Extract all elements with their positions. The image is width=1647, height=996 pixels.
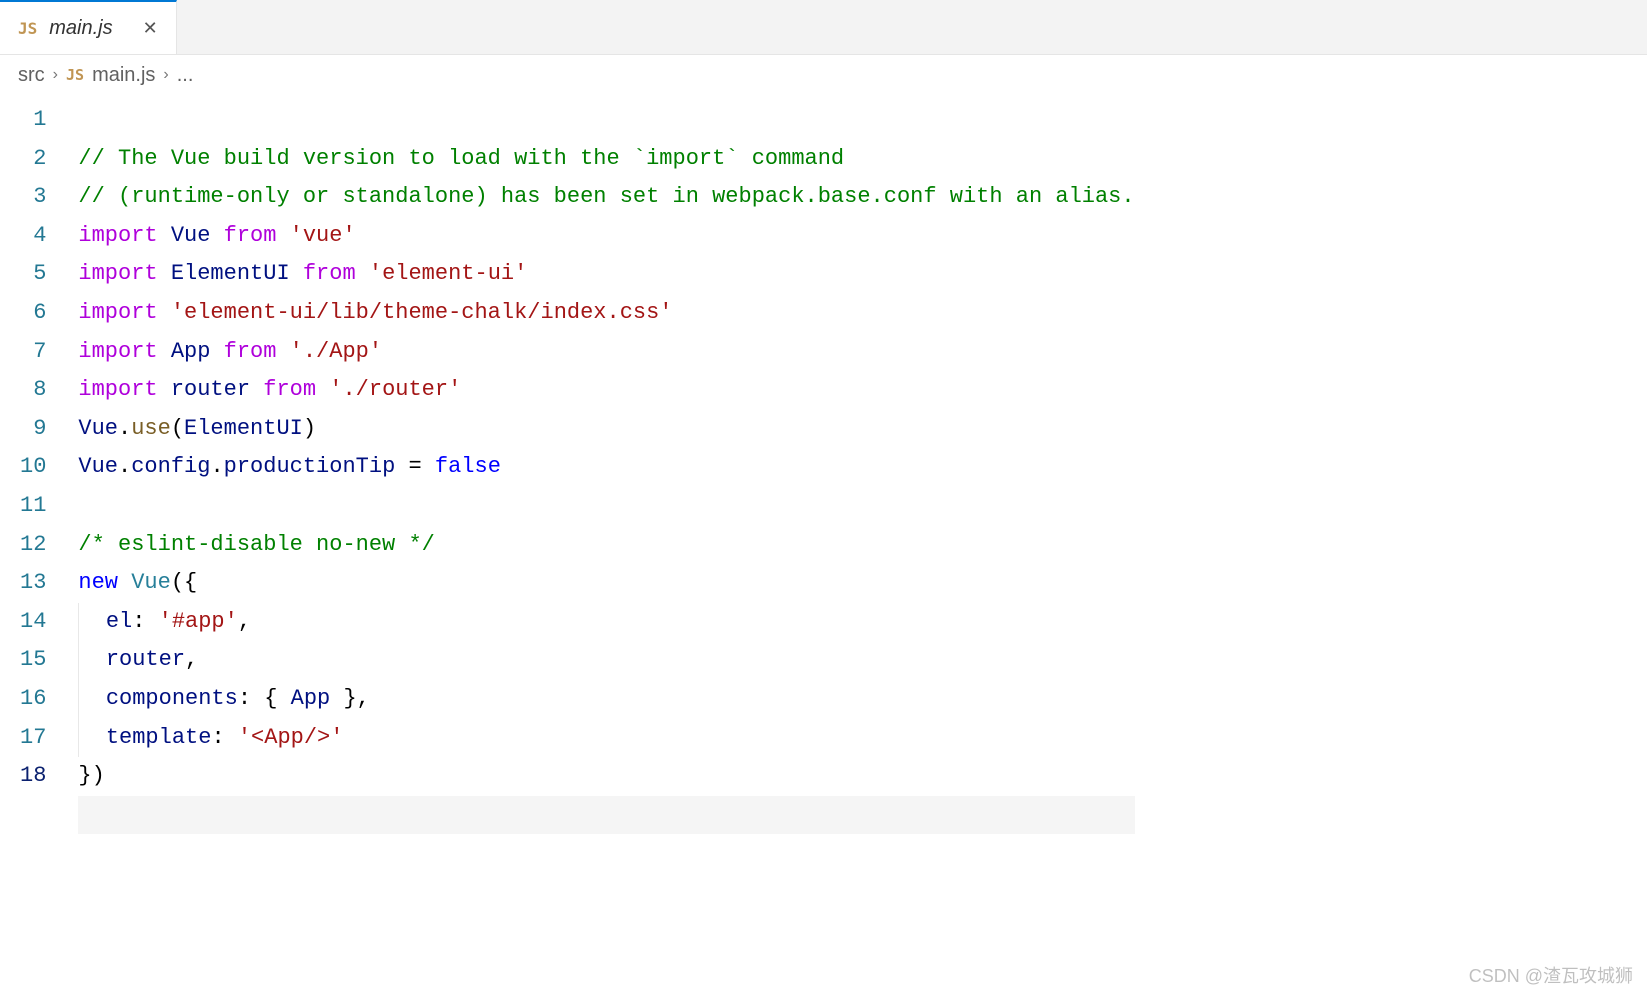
breadcrumb-folder[interactable]: src [18,64,45,87]
code-punct: : [238,686,264,711]
line-number: 14 [20,603,46,642]
code-punct: . [118,416,131,441]
cursor-line[interactable] [78,796,1134,835]
code-keyword: import [78,377,157,402]
code-string: 'vue' [290,223,356,248]
code-ident: ElementUI [184,416,303,441]
line-number: 6 [20,294,46,333]
line-number: 18 [20,757,46,796]
code-string: './router' [329,377,461,402]
code-punct: : [211,725,237,750]
js-icon: JS [66,66,84,84]
line-number: 5 [20,255,46,294]
code-keyword: import [78,300,157,325]
line-number: 4 [20,217,46,256]
code-prop: template [106,725,212,750]
line-number: 13 [20,564,46,603]
code-keyword: from [224,339,277,364]
code-punct: = [395,454,435,479]
code-keyword: from [263,377,316,402]
code-class: Vue [131,570,171,595]
code-const: false [435,454,501,479]
code-string: '#app' [159,609,238,634]
code-string: '<App/>' [238,725,344,750]
watermark: CSDN @渣瓦攻城狮 [1469,962,1633,988]
line-number-gutter: 1 2 3 4 5 6 7 8 9 10 11 12 13 14 15 16 1… [0,101,78,911]
line-number: 8 [20,371,46,410]
code-punct: } [330,686,356,711]
code-string: './App' [290,339,382,364]
code-prop: components [106,686,238,711]
line-number: 9 [20,410,46,449]
code-punct: : [132,609,158,634]
code-punct: ) [303,416,316,441]
code-comment: /* eslint-disable no-new */ [78,532,434,557]
line-number: 10 [20,448,46,487]
line-number: 16 [20,680,46,719]
chevron-right-icon: › [163,66,168,84]
breadcrumb-file[interactable]: main.js [92,64,155,87]
line-number: 7 [20,333,46,372]
code-punct: , [185,647,198,672]
code-ident: ElementUI [171,261,290,286]
code-punct: ({ [171,570,197,595]
breadcrumb[interactable]: src › JS main.js › ... [0,55,1647,95]
code-punct: . [210,454,223,479]
code-punct: { [264,686,290,711]
tab-main-js[interactable]: JS main.js ✕ [0,0,177,54]
code-punct: , [238,609,251,634]
line-number: 15 [20,641,46,680]
chevron-right-icon: › [53,66,58,84]
code-ident: config [131,454,210,479]
code-keyword: from [224,223,277,248]
code-punct: }) [78,763,104,788]
code-comment: // (runtime-only or standalone) has been… [78,184,1134,209]
line-number: 17 [20,719,46,758]
code-func: use [131,416,171,441]
code-string: 'element-ui/lib/theme-chalk/index.css' [171,300,673,325]
code-keyword: import [78,261,157,286]
code-ident: Vue [78,416,118,441]
code-string: 'element-ui' [369,261,527,286]
code-keyword: new [78,570,118,595]
tab-filename: main.js [49,17,112,40]
line-number: 3 [20,178,46,217]
code-ident: App [291,686,331,711]
code-ident: productionTip [224,454,396,479]
code-editor[interactable]: 1 2 3 4 5 6 7 8 9 10 11 12 13 14 15 16 1… [0,95,1647,911]
code-prop: el [106,609,132,634]
code-punct: . [118,454,131,479]
code-content[interactable]: // The Vue build version to load with th… [78,101,1134,911]
code-ident: Vue [171,223,211,248]
code-punct: , [357,686,370,711]
code-keyword: import [78,223,157,248]
code-ident: router [106,647,185,672]
tab-bar: JS main.js ✕ [0,0,1647,55]
js-icon: JS [18,19,37,38]
code-comment: // The Vue build version to load with th… [78,146,844,171]
line-number: 12 [20,526,46,565]
code-ident: App [171,339,211,364]
code-punct: ( [171,416,184,441]
line-number: 1 [20,101,46,140]
code-ident: router [171,377,250,402]
close-icon[interactable]: ✕ [143,18,158,39]
line-number: 11 [20,487,46,526]
code-ident: Vue [78,454,118,479]
code-keyword: from [303,261,356,286]
code-keyword: import [78,339,157,364]
line-number: 2 [20,140,46,179]
breadcrumb-more[interactable]: ... [177,64,194,87]
